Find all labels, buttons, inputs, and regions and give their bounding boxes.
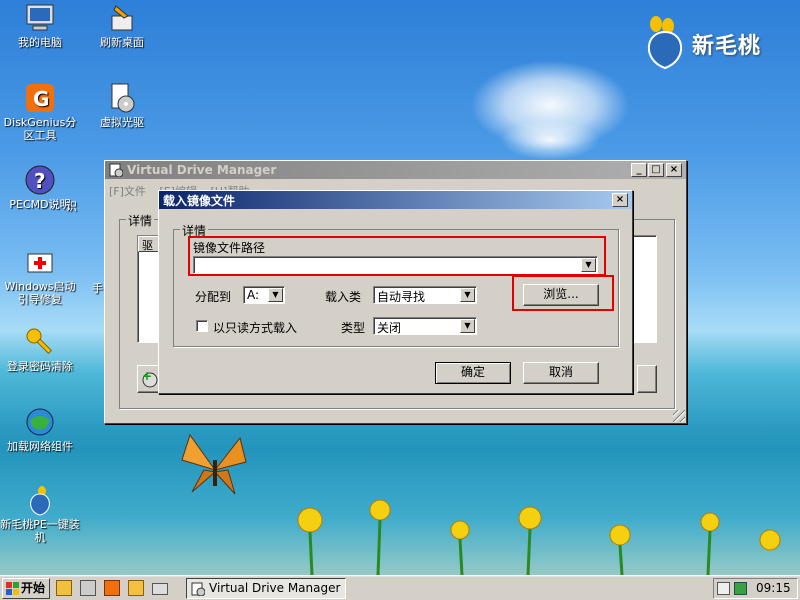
drive-column-header[interactable]: 驱 — [138, 236, 160, 252]
virtual-drive-app-icon — [191, 582, 205, 596]
desktop-icon-label: 新毛桃PE一键装机 — [0, 518, 80, 544]
desktop-icon-my-computer[interactable]: 我的电脑 — [0, 2, 80, 49]
first-aid-icon — [27, 253, 53, 273]
desktop-icon-label: PECMD说明 — [9, 198, 71, 211]
desktop-icon-label: 虚拟光驱 — [100, 116, 144, 129]
ok-button[interactable]: 确定 — [435, 362, 511, 384]
quicklaunch-eraser-icon[interactable] — [152, 583, 168, 595]
desktop-icon-label: 我的电脑 — [18, 36, 62, 49]
maximize-button[interactable]: □ — [648, 163, 664, 177]
desktop-icon-network-loader[interactable]: 加载网络组件 — [0, 406, 80, 453]
help-icon: ? — [25, 165, 55, 195]
path-highlight-box — [188, 236, 606, 276]
assign-to-label: 分配到 — [195, 290, 232, 304]
peach-installer-icon — [30, 486, 50, 516]
vdm-title: Virtual Drive Manager — [127, 163, 277, 177]
add-disc-icon: + — [142, 369, 158, 388]
type-dropdown-icon[interactable]: ▼ — [460, 319, 475, 333]
dialog-title: 载入镜像文件 — [163, 193, 236, 208]
quicklaunch-printer-icon[interactable] — [80, 580, 96, 596]
quicklaunch-diskgenius-icon[interactable] — [104, 580, 120, 596]
readonly-label: 以只读方式载入 — [213, 321, 298, 335]
resize-grip[interactable] — [673, 410, 685, 422]
assign-drive-value: A: — [247, 288, 260, 302]
desktop-icon-virtual-drive[interactable]: 虚拟光驱 — [82, 82, 162, 129]
taskbar-item-virtual-drive-manager[interactable]: Virtual Drive Manager — [186, 578, 346, 599]
minimize-button[interactable]: _ — [631, 163, 647, 177]
browse-highlight-box — [512, 275, 614, 311]
computer-icon — [26, 4, 54, 31]
dialog-close-button[interactable]: × — [612, 193, 628, 207]
virtual-drive-app-icon — [109, 163, 123, 177]
desktop-icon-windows-boot-repair[interactable]: Windows启动引导修复 — [0, 246, 80, 306]
desktop-icon-partial-1[interactable]: 识 — [66, 200, 96, 213]
load-type-dropdown-icon[interactable]: ▼ — [460, 288, 475, 302]
tray-drive-icon[interactable] — [717, 582, 730, 595]
close-button[interactable]: × — [666, 163, 682, 177]
system-tray: 09:15 — [713, 578, 798, 599]
windows-flag-icon — [6, 582, 19, 595]
quicklaunch-folder-icon[interactable] — [128, 580, 144, 596]
type-value: 关闭 — [377, 321, 402, 335]
assign-dropdown-icon[interactable]: ▼ — [268, 288, 283, 302]
desktop-icon-one-click-install[interactable]: 新毛桃PE一键装机 — [0, 484, 80, 544]
load-image-dialog: 载入镜像文件 × 详情 镜像文件路径 ▼ 分配到 A: ▼ 载入类 自动寻找 ▼… — [158, 190, 633, 394]
logo-text: 新毛桃 — [692, 34, 762, 59]
desktop-icon-password-reset[interactable]: 登录密码清除 — [0, 326, 80, 373]
desktop-icon-label: 手 — [92, 282, 103, 295]
cloud — [500, 120, 600, 160]
key-icon — [26, 328, 53, 355]
desktop-icon-label: 刷新桌面 — [100, 36, 144, 49]
type-select[interactable]: 关闭 ▼ — [373, 317, 477, 335]
network-globe-icon — [26, 408, 54, 436]
assign-drive-select[interactable]: A: ▼ — [243, 286, 285, 304]
desktop-icon-label: Windows启动引导修复 — [4, 280, 76, 306]
desktop-icon-label: DiskGenius分区工具 — [3, 116, 77, 142]
diskgenius-icon: G — [26, 84, 54, 112]
type-label: 类型 — [341, 321, 366, 335]
cancel-button[interactable]: 取消 — [523, 362, 599, 384]
clock[interactable]: 09:15 — [756, 581, 791, 595]
brand-logo: 新毛桃 — [640, 10, 790, 70]
desktop-icon-label: 登录密码清除 — [7, 360, 73, 373]
start-label: 开始 — [21, 581, 46, 595]
load-type-value: 自动寻找 — [377, 290, 426, 304]
refresh-desktop-icon — [111, 5, 133, 31]
load-type-select[interactable]: 自动寻找 ▼ — [373, 286, 477, 304]
readonly-checkbox[interactable] — [196, 320, 208, 332]
svg-text:G: G — [33, 87, 49, 111]
desktop-icon-refresh-desktop[interactable]: 刷新桌面 — [82, 2, 162, 49]
quicklaunch-explorer-icon[interactable] — [56, 580, 72, 596]
vdm-side-button[interactable] — [637, 365, 657, 393]
virtual-drive-icon — [111, 83, 135, 113]
butterfly-illustration — [181, 433, 247, 495]
desktop-icon-diskgenius[interactable]: G DiskGenius分区工具 — [0, 82, 80, 142]
vdm-titlebar[interactable]: Virtual Drive Manager _ □ × — [105, 161, 686, 179]
tray-network-icon[interactable] — [734, 582, 747, 595]
vdm-details-label: 详情 — [126, 212, 155, 229]
svg-text:+: + — [142, 370, 152, 383]
peach-logo-icon — [647, 16, 683, 70]
taskbar: 开始 Virtual Drive Manager 09:15 — [0, 575, 800, 600]
flowers-illustration — [297, 499, 781, 575]
dialog-titlebar[interactable]: 载入镜像文件 × — [159, 191, 632, 209]
menu-file[interactable]: [F]文件 — [109, 185, 146, 198]
start-button[interactable]: 开始 — [2, 578, 50, 599]
taskbar-item-label: Virtual Drive Manager — [209, 581, 341, 595]
desktop-icon-label: 加载网络组件 — [7, 440, 73, 453]
desktop-icon-label: 识 — [66, 200, 77, 213]
load-type-label: 载入类 — [325, 290, 362, 304]
svg-text:?: ? — [34, 169, 46, 193]
